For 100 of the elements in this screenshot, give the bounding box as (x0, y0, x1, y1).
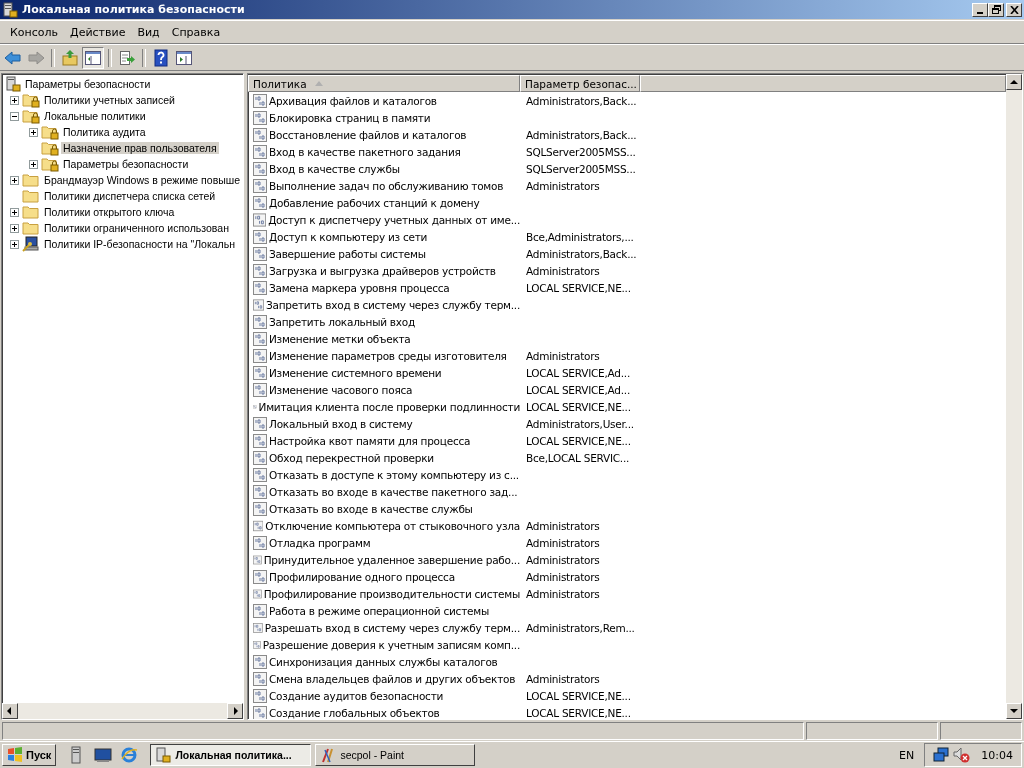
policy-name[interactable]: Профилирование одного процесса (269, 570, 455, 583)
menu-item[interactable]: Действие (64, 25, 132, 39)
network-icon[interactable] (933, 747, 950, 763)
policy-name[interactable]: Отказать в доступе к этому компьютеру из с... (269, 468, 519, 481)
tree-item[interactable]: Политики диспетчера списка сетей (42, 190, 218, 202)
browser-icon[interactable] (120, 746, 139, 764)
show-tree-button[interactable] (82, 46, 104, 69)
locked-folder-icon (22, 92, 40, 108)
expander-icon[interactable] (10, 175, 19, 185)
policy-name[interactable]: Завершение работы системы (269, 247, 426, 260)
expander-icon[interactable] (29, 159, 38, 169)
policy-name[interactable]: Разрешать вход в систему через службу терм... (264, 621, 520, 634)
close-button[interactable] (1006, 2, 1022, 17)
policy-name[interactable]: Изменение параметров среды изготовителя (269, 349, 507, 362)
tree-item[interactable]: Политика аудита (61, 126, 148, 138)
expander-icon[interactable] (10, 111, 19, 121)
security-setting: Administrators (526, 570, 600, 583)
policy-name[interactable]: Запретить вход в систему через службу терм... (266, 298, 520, 311)
folder-icon (22, 188, 40, 204)
policy-name[interactable]: Вход в качестве службы (269, 162, 400, 175)
server-lock-icon (155, 747, 172, 763)
restore-button[interactable] (988, 2, 1004, 17)
vertical-scrollbar[interactable] (1006, 74, 1022, 719)
tree-item[interactable]: Политики ограниченного использован (42, 222, 231, 234)
policy-name[interactable]: Доступ к диспетчеру учетных данных от име... (268, 213, 520, 226)
tree-item[interactable]: Политики учетных записей (42, 94, 177, 106)
security-setting: Administrators (526, 536, 600, 549)
policy-name[interactable]: Локальный вход в систему (269, 417, 413, 430)
policy-name[interactable]: Выполнение задач по обслуживанию томов (269, 179, 504, 192)
policy-name[interactable]: Изменение метки объекта (269, 332, 411, 345)
tree-item[interactable]: Параметры безопасности (61, 158, 191, 170)
folder-icon (22, 204, 40, 220)
policy-name[interactable]: Изменение часового пояса (269, 383, 413, 396)
expander-icon[interactable] (10, 207, 19, 217)
policy-name[interactable]: Принудительное удаленное завершение рабо... (263, 553, 520, 566)
menu-item[interactable]: Справка (165, 25, 227, 39)
security-setting: Все,Administrators,... (526, 230, 634, 243)
policy-name[interactable]: Блокировка страниц в памяти (269, 111, 431, 124)
taskbar-button[interactable]: secpol - Paint (315, 744, 476, 766)
policy-name[interactable]: Доступ к компьютеру из сети (269, 230, 428, 243)
policy-name[interactable]: Обход перекрестной проверки (269, 451, 434, 464)
expander-icon[interactable] (10, 223, 19, 233)
window-title: Локальная политика безопасности (22, 3, 245, 16)
tree-item[interactable]: Локальные политики (42, 110, 148, 122)
policy-name[interactable]: Отладка программ (269, 536, 371, 549)
tree-item[interactable]: Брандмауэр Windows в режиме повыше (42, 174, 243, 186)
security-setting: Administrators (526, 264, 600, 277)
policy-name[interactable]: Отказать во входе в качестве службы (269, 502, 473, 515)
tree-item[interactable]: Назначение прав пользователя (61, 142, 219, 154)
expander-icon[interactable] (10, 239, 19, 249)
language-indicator[interactable]: EN (893, 748, 921, 762)
taskbar-button[interactable]: Локальная политика... (150, 744, 312, 766)
left-arrow-icon[interactable] (6, 707, 14, 715)
tree-item[interactable]: Параметры безопасности (23, 78, 153, 90)
policy-name[interactable]: Настройка квот памяти для процесса (269, 434, 471, 447)
down-arrow-icon[interactable] (1010, 707, 1018, 715)
right-arrow-icon[interactable] (231, 707, 239, 715)
expander-icon[interactable] (29, 127, 38, 137)
close-icon (1009, 5, 1019, 14)
security-setting: LOCAL SERVICE,NE... (526, 689, 631, 702)
policy-icon (253, 535, 267, 550)
expander-icon[interactable] (10, 95, 19, 105)
menu-item[interactable]: Вид (131, 25, 166, 39)
server-lock-icon (5, 76, 21, 92)
policy-name[interactable]: Создание глобальных объектов (269, 706, 440, 719)
minimize-button[interactable] (972, 2, 988, 17)
policy-name[interactable]: Архивация файлов и каталогов (269, 94, 437, 107)
policy-name[interactable]: Замена маркера уровня процесса (269, 281, 450, 294)
policy-icon (253, 212, 267, 227)
policy-name[interactable]: Загрузка и выгрузка драйверов устройств (269, 264, 496, 277)
tree-item[interactable]: Политики IP-безопасности на "Локальн (42, 238, 237, 250)
policy-name[interactable]: Отказать во входе в качестве пакетного зад... (269, 485, 518, 498)
policy-name[interactable]: Имитация клиента после проверки подлинности (258, 400, 520, 413)
desktop-icon[interactable] (94, 746, 113, 764)
menu-item[interactable]: Консоль (4, 25, 65, 39)
policy-icon (253, 450, 267, 465)
policy-icon (253, 263, 267, 278)
up-arrow-icon[interactable] (1010, 78, 1018, 86)
policy-icon (253, 314, 267, 329)
tree-item[interactable]: Политики открытого ключа (42, 206, 177, 218)
muted-speaker-icon[interactable] (953, 747, 972, 763)
horizontal-scrollbar[interactable] (2, 703, 243, 719)
policy-name[interactable]: Синхронизация данных службы каталогов (269, 655, 498, 668)
start-button[interactable]: Пуск (2, 744, 57, 766)
policy-name[interactable]: Добавление рабочих станций к домену (269, 196, 480, 209)
column-header[interactable]: Политика (248, 75, 520, 92)
policy-icon (253, 365, 267, 380)
policy-name[interactable]: Разрешение доверия к учетным записям комп... (262, 638, 520, 651)
policy-name[interactable]: Запретить локальный вход (269, 315, 415, 328)
policy-name[interactable]: Восстановление файлов и каталогов (269, 128, 467, 141)
policy-icon (253, 501, 267, 516)
clock: 10:04 (981, 748, 1013, 762)
policy-name[interactable]: Профилирование производительности системы (263, 587, 520, 600)
policy-name[interactable]: Создание аудитов безопасности (269, 689, 444, 702)
policy-name[interactable]: Вход в качестве пакетного задания (269, 145, 461, 158)
policy-name[interactable]: Отключение компьютера от стыковочного узла (265, 519, 520, 532)
policy-name[interactable]: Смена владельцев файлов и других объектов (269, 672, 516, 685)
policy-name[interactable]: Работа в режиме операционной системы (269, 604, 489, 617)
policy-name[interactable]: Изменение системного времени (269, 366, 442, 379)
column-header[interactable]: Параметр безопас... (520, 75, 640, 92)
